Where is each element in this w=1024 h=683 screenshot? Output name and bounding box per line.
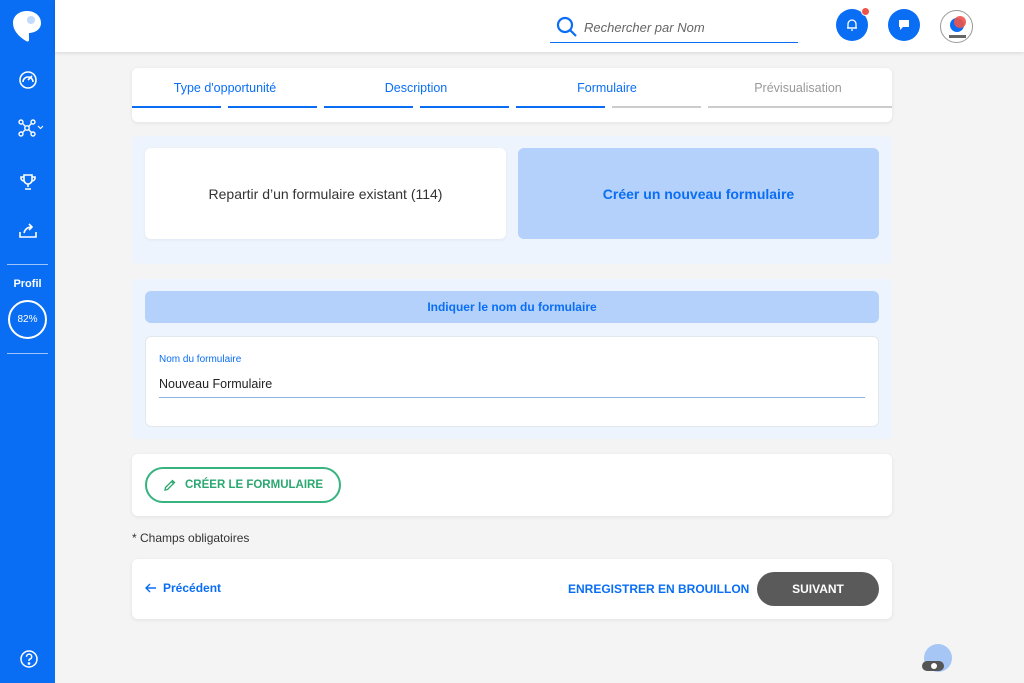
- step-type[interactable]: Type d'opportunité: [132, 81, 318, 95]
- top-bar: [55, 0, 1024, 52]
- form-name-input[interactable]: [159, 371, 865, 398]
- chat-icon: [899, 20, 909, 30]
- previous-button[interactable]: Précédent: [145, 581, 221, 595]
- share-icon[interactable]: [16, 218, 40, 242]
- pencil-icon: [164, 479, 176, 491]
- step-progress-segment: [708, 106, 892, 108]
- save-draft-button[interactable]: ENREGISTRER EN BROUILLON: [568, 582, 749, 596]
- step-progress-segment: [516, 106, 605, 108]
- form-name-panel: Indiquer le nom du formulaire Nom du for…: [132, 279, 892, 439]
- navigation-panel: Précédent ENREGISTRER EN BROUILLON SUIVA…: [132, 559, 892, 619]
- form-name-box: Nom du formulaire: [145, 336, 879, 427]
- search-icon[interactable]: [556, 16, 578, 38]
- step-formulaire[interactable]: Formulaire: [514, 81, 700, 95]
- previous-label: Précédent: [163, 581, 222, 595]
- messages-button[interactable]: [888, 9, 920, 41]
- required-fields-note: * Champs obligatoires: [132, 531, 250, 545]
- app-logo[interactable]: [12, 10, 42, 42]
- trophy-icon[interactable]: [16, 170, 40, 194]
- existing-form-option[interactable]: Repartir d’un formulaire existant (114): [145, 148, 506, 239]
- profile-label: Profil: [13, 278, 42, 290]
- help-icon[interactable]: [17, 647, 41, 671]
- search-bar: [550, 12, 798, 43]
- step-previsualisation[interactable]: Prévisualisation: [705, 81, 891, 95]
- step-description[interactable]: Description: [323, 81, 509, 95]
- form-source-panel: Repartir d’un formulaire existant (114) …: [132, 136, 892, 264]
- arrow-left-icon: [145, 583, 156, 593]
- step-progress-segment: [132, 106, 221, 108]
- sidebar: Profil 82%: [0, 0, 55, 683]
- form-name-label: Nom du formulaire: [159, 354, 242, 365]
- sidebar-divider: [7, 353, 48, 354]
- sidebar-divider: [7, 264, 48, 265]
- notification-badge: [861, 7, 870, 16]
- create-form-panel: CRÉER LE FORMULAIRE: [132, 454, 892, 516]
- notifications-button[interactable]: [836, 7, 870, 41]
- form-name-header: Indiquer le nom du formulaire: [145, 291, 879, 323]
- step-progress-segment: [324, 106, 413, 108]
- create-form-button[interactable]: CRÉER LE FORMULAIRE: [145, 467, 341, 503]
- new-form-option[interactable]: Créer un nouveau formulaire: [518, 148, 879, 239]
- user-avatar[interactable]: [940, 10, 973, 43]
- stepper: Type d'opportunité Description Formulair…: [132, 68, 892, 122]
- dashboard-icon[interactable]: [16, 68, 40, 92]
- network-icon[interactable]: [16, 116, 46, 140]
- step-progress-segment: [420, 106, 509, 108]
- step-progress-segment: [612, 106, 701, 108]
- next-button[interactable]: SUIVANT: [757, 572, 879, 606]
- step-progress-segment: [228, 106, 317, 108]
- create-form-label: CRÉER LE FORMULAIRE: [185, 479, 323, 491]
- search-input[interactable]: [584, 19, 784, 35]
- bell-icon: [847, 19, 857, 31]
- profile-progress-ring[interactable]: 82%: [8, 300, 47, 339]
- support-widget[interactable]: [920, 643, 954, 677]
